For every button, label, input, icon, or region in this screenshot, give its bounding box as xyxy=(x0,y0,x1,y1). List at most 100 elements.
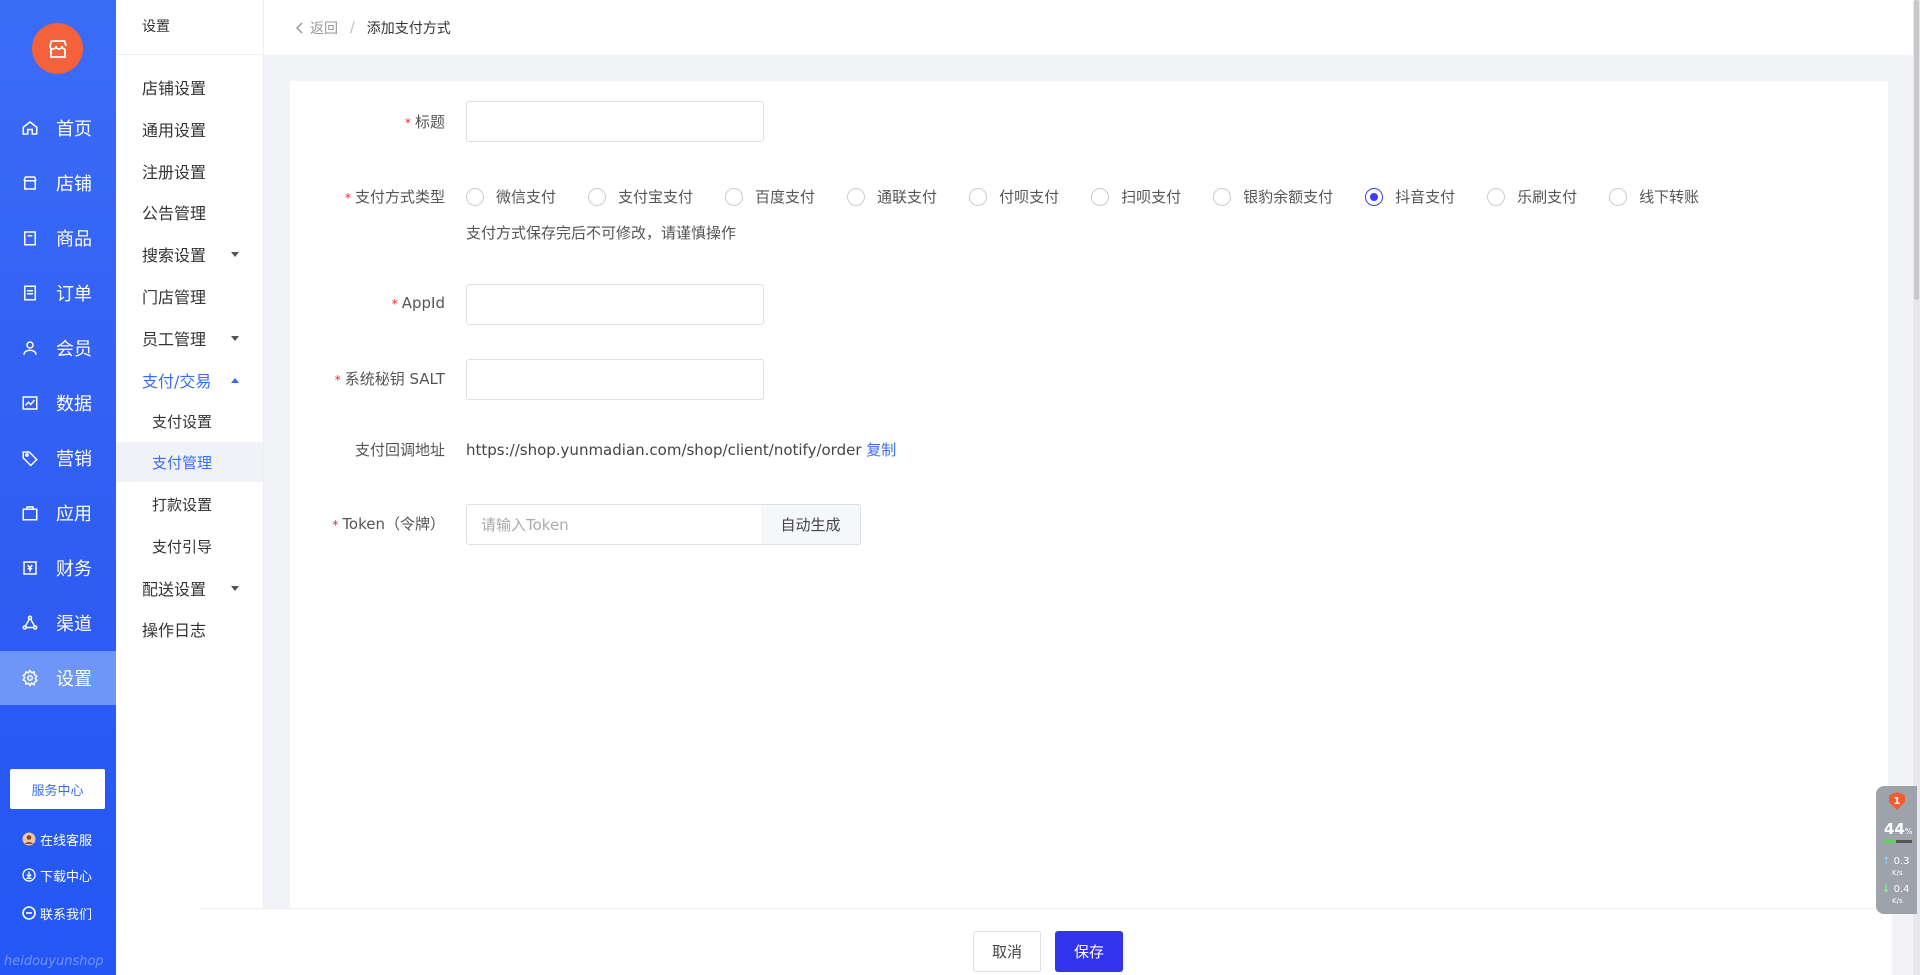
page-title: 添加支付方式 xyxy=(366,20,451,37)
sub-item-delivery-settings[interactable]: 配送设置 xyxy=(116,568,263,608)
pay-type-radio[interactable]: 支付宝支付 xyxy=(588,186,693,207)
radio-label: 付呗支付 xyxy=(999,188,1060,206)
radio-circle xyxy=(466,187,484,206)
pay-type-radio[interactable]: 百度支付 xyxy=(725,186,815,207)
watermark: heidouyunshop xyxy=(4,954,104,969)
salt-label: * 系统秘钥 SALT xyxy=(334,370,445,388)
app-icon xyxy=(20,503,40,523)
sub-item-search-settings[interactable]: 搜索设置 xyxy=(116,234,263,274)
sub-item-register-settings[interactable]: 注册设置 xyxy=(116,151,263,191)
radio-circle xyxy=(847,187,866,206)
nav-label: 渠道 xyxy=(56,614,92,635)
chevron-up-icon xyxy=(231,377,239,383)
radio-label: 银豹余额支付 xyxy=(1243,188,1334,206)
nav-item-member[interactable]: 会员 xyxy=(0,321,116,375)
pay-type-radio[interactable]: 抖音支付 xyxy=(1365,186,1455,207)
main-nav: 首页 店铺 商品 订单 会员 数据 营销 应用 财务 渠道 设置 服务中心 在线… xyxy=(0,0,116,975)
nav-item-finance[interactable]: 财务 xyxy=(0,541,116,595)
auto-generate-button[interactable]: 自动生成 xyxy=(761,504,861,545)
contact-us-link[interactable]: 联系我们 xyxy=(22,904,92,923)
save-button[interactable]: 保存 xyxy=(1055,931,1123,972)
nav-label: 商品 xyxy=(56,229,92,250)
sub-item-general-settings[interactable]: 通用设置 xyxy=(116,109,263,149)
nav-label: 订单 xyxy=(56,284,92,305)
sub-child-payment-management[interactable]: 支付管理 xyxy=(116,442,263,482)
sub-item-store-management[interactable]: 门店管理 xyxy=(116,276,263,316)
radio-label: 通联支付 xyxy=(877,188,938,206)
callback-label: 支付回调地址 xyxy=(354,441,445,459)
pay-type-radio[interactable]: 扫呗支付 xyxy=(1091,186,1181,207)
pay-type-label: * 支付方式类型 xyxy=(344,188,445,206)
download-icon xyxy=(22,868,36,882)
nav-item-channel[interactable]: 渠道 xyxy=(0,596,116,650)
payment-form-card: * 标题 * 支付方式类型 微信支付 支付宝支付 百度支付 通联支付 付呗支付 扫呗支付 银豹余… xyxy=(290,81,1888,908)
callback-url: https://shop.yunmadian.com/shop/client/n… xyxy=(466,441,862,459)
sub-item-announcement[interactable]: 公告管理 xyxy=(116,192,263,232)
sub-item-staff[interactable]: 员工管理 xyxy=(116,318,263,358)
tag-icon xyxy=(20,448,40,468)
cancel-button[interactable]: 取消 xyxy=(973,931,1041,972)
sub-child-payment-settings[interactable]: 支付设置 xyxy=(116,401,263,441)
title-label: * 标题 xyxy=(404,113,445,131)
radio-circle xyxy=(1487,187,1506,206)
pay-type-radio[interactable]: 微信支付 xyxy=(466,186,556,207)
upload-speed: ↑ 0.3 K/s xyxy=(1882,856,1910,877)
radio-label: 微信支付 xyxy=(496,188,557,206)
title-input[interactable] xyxy=(466,101,764,142)
back-link[interactable]: 返回 xyxy=(294,18,338,38)
pay-type-radio[interactable]: 通联支付 xyxy=(847,186,937,207)
nav-item-app[interactable]: 应用 xyxy=(0,486,116,540)
copy-link[interactable]: 复制 xyxy=(866,441,896,459)
nav-label: 营销 xyxy=(56,449,92,470)
gear-icon xyxy=(20,668,40,688)
pay-type-radio[interactable]: 线下转账 xyxy=(1609,186,1699,207)
chart-icon xyxy=(20,393,40,413)
pay-type-radio[interactable]: 银豹余额支付 xyxy=(1213,186,1333,207)
chevron-down-icon xyxy=(231,251,239,257)
radio-circle xyxy=(969,187,988,206)
store-icon xyxy=(20,173,40,193)
service-center-button[interactable]: 服务中心 xyxy=(10,769,105,809)
pay-type-radio[interactable]: 乐刷支付 xyxy=(1487,186,1577,207)
finance-icon xyxy=(20,558,40,578)
radio-label: 乐刷支付 xyxy=(1517,188,1578,206)
radio-label: 扫呗支付 xyxy=(1121,188,1182,206)
nav-item-order[interactable]: 订单 xyxy=(0,266,116,320)
salt-input[interactable] xyxy=(466,359,764,400)
pay-type-radio[interactable]: 付呗支付 xyxy=(969,186,1059,207)
nav-item-store[interactable]: 店铺 xyxy=(0,156,116,210)
sub-item-operation-log[interactable]: 操作日志 xyxy=(116,609,263,649)
nav-item-marketing[interactable]: 营销 xyxy=(0,431,116,485)
token-input[interactable] xyxy=(466,504,764,545)
chevron-down-icon xyxy=(231,335,239,341)
nav-item-goods[interactable]: 商品 xyxy=(0,211,116,265)
breadcrumb: 返回 / 添加支付方式 xyxy=(264,0,1917,55)
download-center-link[interactable]: 下载中心 xyxy=(22,866,92,885)
footer-action-bar: 取消 保存 xyxy=(200,908,1892,975)
radio-circle xyxy=(1213,187,1232,206)
system-monitor-widget[interactable]: 1 44% ↑ 0.3 K/s ↓ 0.4 K/s xyxy=(1876,786,1917,914)
sub-item-store-settings[interactable]: 店铺设置 xyxy=(116,67,263,107)
chevron-left-icon xyxy=(295,21,303,34)
nav-item-home[interactable]: 首页 xyxy=(0,101,116,155)
arrow-down-icon: ↓ xyxy=(1882,884,1891,895)
pay-type-radio-group: 微信支付 支付宝支付 百度支付 通联支付 付呗支付 扫呗支付 银豹余额支付 抖音支付 乐刷支付 线… xyxy=(466,186,1731,207)
radio-circle xyxy=(1365,187,1384,206)
sub-child-payment-guide[interactable]: 支付引导 xyxy=(116,526,263,566)
shield-icon: 1 xyxy=(1889,792,1905,810)
nav-label: 数据 xyxy=(56,394,92,415)
nav-item-data[interactable]: 数据 xyxy=(0,376,116,430)
radio-circle xyxy=(1609,187,1628,206)
radio-circle xyxy=(725,187,744,206)
store-logo-icon[interactable] xyxy=(32,23,83,74)
sub-item-payment-trade[interactable]: 支付/交易 xyxy=(116,360,263,400)
nav-label: 首页 xyxy=(56,119,92,140)
online-service-link[interactable]: 在线客服 xyxy=(22,830,92,849)
scrollbar-thumb[interactable] xyxy=(1914,0,1919,300)
appid-input[interactable] xyxy=(466,284,764,325)
avatar-icon xyxy=(22,832,36,846)
nav-label: 应用 xyxy=(56,504,92,525)
sub-child-transfer-settings[interactable]: 打款设置 xyxy=(116,484,263,524)
contact-icon xyxy=(22,906,36,920)
nav-item-settings[interactable]: 设置 xyxy=(0,651,116,705)
